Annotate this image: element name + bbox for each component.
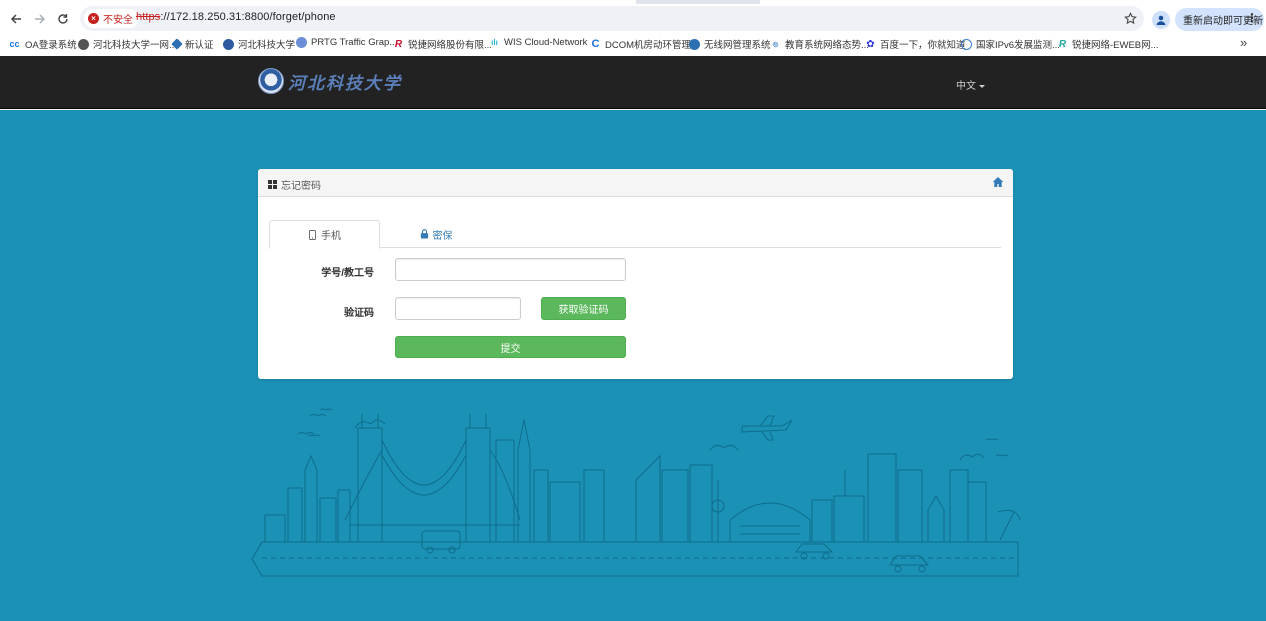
bookmark-star-icon[interactable]: [1120, 8, 1140, 28]
ruijie-favicon-icon: R: [1058, 38, 1067, 50]
tab-phone-label: 手机: [321, 231, 341, 242]
browser-chrome: × 不安全 https://172.18.250.31:8800/forget/…: [0, 0, 1266, 56]
panel-title-text: 忘记密码: [281, 181, 321, 192]
mobile-phone-icon: [309, 229, 316, 240]
not-secure-icon: ×: [88, 13, 99, 24]
bookmark-label: 国家IPv6发展监测...: [976, 40, 1060, 51]
baidu-paw-icon: ✿: [866, 38, 875, 50]
back-arrow-icon[interactable]: [4, 7, 28, 31]
tab-security-label: 密保: [432, 230, 453, 242]
bookmark-label: PRTG Traffic Grap...: [311, 37, 398, 48]
bookmark-label: 锐捷网络-EWEB网...: [1072, 40, 1159, 51]
student-id-input[interactable]: [395, 258, 626, 281]
bookmark-item[interactable]: ✿ 百度一下，你就知道: [865, 37, 966, 52]
bookmark-item[interactable]: ๏ 教育系统网络态势...: [770, 37, 869, 52]
language-dropdown[interactable]: 中文: [956, 77, 985, 92]
bookmark-label: 百度一下，你就知道: [880, 40, 966, 51]
bookmark-item[interactable]: cc OA登录系统: [8, 37, 77, 52]
url-scheme: https: [136, 11, 161, 23]
bookmark-item[interactable]: R 锐捷网络股份有限...: [393, 37, 492, 52]
bookmark-label: OA登录系统: [25, 40, 77, 51]
verification-code-label: 验证码: [344, 308, 374, 319]
bookmark-favicon-icon: [689, 38, 700, 50]
grid-icon: [268, 180, 277, 189]
forgot-password-panel: 忘记密码 手机 密保 学号/教工号 验证码 获取验证码 提交: [258, 169, 1013, 379]
bookmark-favicon-icon: ๏: [772, 38, 779, 50]
reload-icon[interactable]: [51, 7, 75, 31]
verification-code-input[interactable]: [395, 297, 521, 320]
bookmark-item[interactable]: 无线网管理系统: [689, 37, 771, 51]
bookmark-favicon-icon: [961, 38, 972, 50]
language-label: 中文: [956, 81, 976, 92]
bookmark-label: 锐捷网络股份有限...: [408, 40, 492, 51]
bookmark-item[interactable]: 新认证: [171, 37, 214, 51]
address-bar[interactable]: × 不安全 https://172.18.250.31:8800/forget/…: [80, 6, 1144, 31]
forward-arrow-icon[interactable]: [28, 7, 52, 31]
menu-kebab-icon[interactable]: ⋮: [1246, 11, 1258, 25]
bookmark-favicon-icon: ılı: [491, 38, 498, 47]
tab-strip: [0, 0, 1266, 4]
bookmarks-bar: cc OA登录系统 河北科技大学一网... 新认证 河北科技大学 PRTG Tra…: [0, 33, 1266, 55]
student-id-label: 学号/教工号: [321, 268, 374, 279]
bookmark-label: 新认证: [185, 40, 214, 51]
url-path: ://172.18.250.31:8800/forget/phone: [160, 11, 336, 23]
caret-down-icon: [979, 84, 985, 88]
bookmark-item[interactable]: R 锐捷网络-EWEB网...: [1057, 37, 1159, 52]
university-logo[interactable]: 河北科技大学: [258, 68, 402, 94]
bookmark-item[interactable]: PRTG Traffic Grap...: [296, 37, 397, 48]
submit-button[interactable]: 提交: [395, 336, 626, 358]
profile-avatar-icon[interactable]: [1152, 11, 1170, 29]
bookmark-item[interactable]: C DCOM机房动环管理: [590, 37, 692, 51]
browser-toolbar: × 不安全 https://172.18.250.31:8800/forget/…: [0, 5, 1266, 33]
bookmark-label: 无线网管理系统: [704, 40, 771, 51]
panel-title: 忘记密码: [268, 177, 321, 192]
logo-text: 河北科技大学: [288, 73, 402, 94]
bookmark-item[interactable]: ılı WIS Cloud-Network: [489, 37, 587, 48]
security-label: 不安全: [103, 15, 133, 26]
site-header: 河北科技大学 中文: [0, 56, 1266, 109]
bookmark-favicon-icon: [171, 38, 183, 50]
url-text: https://172.18.250.31:8800/forget/phone: [136, 11, 336, 23]
bookmark-item[interactable]: 河北科技大学: [223, 37, 295, 51]
tab-security-question[interactable]: 密保: [381, 220, 491, 248]
university-emblem-icon: [258, 68, 284, 94]
bookmark-label: 河北科技大学一网...: [93, 40, 177, 51]
security-chip[interactable]: × 不安全: [84, 9, 139, 28]
bookmark-item[interactable]: 国家IPv6发展监测...: [961, 37, 1060, 51]
globe-favicon-icon: [78, 38, 89, 50]
panel-header: 忘记密码: [258, 169, 1013, 197]
bookmark-favicon-icon: [223, 38, 234, 50]
recovery-method-tabs: 手机 密保: [269, 220, 1001, 249]
bookmarks-overflow-button[interactable]: »: [1240, 35, 1247, 50]
bookmark-label: 教育系统网络态势...: [785, 40, 869, 51]
bookmark-favicon-icon: C: [591, 37, 600, 50]
home-icon[interactable]: [992, 176, 1004, 188]
ruijie-favicon-icon: R: [394, 38, 403, 50]
lock-icon: [420, 229, 428, 239]
bookmark-item[interactable]: 河北科技大学一网...: [78, 37, 177, 51]
bookmark-favicon-icon: cc: [9, 38, 20, 49]
get-code-button[interactable]: 获取验证码: [541, 297, 626, 320]
bookmark-favicon-icon: [296, 37, 307, 48]
bookmark-label: 河北科技大学: [238, 40, 296, 51]
bookmark-label: DCOM机房动环管理: [605, 40, 692, 51]
bookmark-label: WIS Cloud-Network: [504, 37, 588, 48]
relaunch-update-button[interactable]: 重新启动即可更新 ⋮: [1175, 8, 1264, 31]
tab-phone[interactable]: 手机: [269, 220, 380, 249]
